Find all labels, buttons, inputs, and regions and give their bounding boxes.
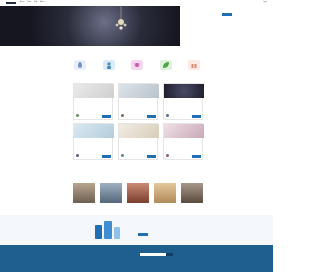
avatar [181,183,203,203]
avatar [73,183,95,203]
site-logo[interactable] [6,2,16,4]
nav-item-about[interactable]: About [40,2,44,4]
product-action-button[interactable] [101,114,111,118]
category-item[interactable] [101,60,117,71]
category-item[interactable] [72,60,88,71]
avatar [75,154,79,157]
product-card[interactable] [73,83,114,120]
chandelier-icon [115,6,127,30]
team-member[interactable] [181,183,203,204]
product-action-button[interactable] [146,114,156,118]
leaf-icon [159,60,172,70]
product-card[interactable] [163,83,204,120]
product-image [74,124,114,138]
person-icon [102,60,115,70]
product-action-button[interactable] [191,154,201,158]
team-member[interactable] [100,183,122,204]
avatar [100,183,122,203]
newsletter-email-field[interactable] [140,253,166,256]
hero-image [0,6,180,46]
product-card[interactable] [118,83,159,120]
category-item[interactable] [129,60,145,71]
nav-item-shop[interactable]: Shop [27,2,31,4]
intro-section [0,49,273,50]
product-action-button[interactable] [146,154,156,158]
avatar [120,114,124,117]
team-member[interactable] [73,183,95,204]
product-card[interactable] [163,123,204,160]
nav-item-home[interactable]: Home [20,2,24,4]
team-member[interactable] [127,183,149,204]
avatar [165,114,169,117]
flower-icon [131,60,143,70]
product-image [164,84,204,98]
team-row [73,183,203,204]
gift-icon [188,60,200,70]
vase-icon [74,60,86,70]
product-image [119,124,159,138]
hero-banner [0,6,273,46]
category-item[interactable] [158,60,174,71]
product-image [119,84,159,98]
nav-item-blog[interactable]: Blog [34,2,37,4]
hero-side-panel [180,6,273,46]
hero-cta-button[interactable] [221,13,232,16]
avatar [154,183,176,203]
team-member[interactable] [154,183,176,204]
promo-download-button[interactable] [138,233,148,236]
product-grid [73,83,204,160]
product-image [74,84,114,98]
avatar [127,183,149,203]
page-root: Home Shop Blog About Login [0,0,273,272]
top-nav: Home Shop Blog About [20,2,44,4]
product-card[interactable] [73,123,114,160]
login-link[interactable]: Login [263,2,267,4]
avatar [75,114,79,117]
category-row [72,60,202,71]
product-action-button[interactable] [101,154,111,158]
avatar [165,154,169,157]
category-item[interactable] [186,60,202,71]
newsletter-subscribe-button[interactable] [166,253,173,256]
product-image [164,124,204,138]
site-footer [0,245,273,272]
product-card[interactable] [118,123,159,160]
product-action-button[interactable] [191,114,201,118]
phones-icon [95,221,120,239]
app-promo-section [0,215,273,245]
avatar [120,154,124,157]
